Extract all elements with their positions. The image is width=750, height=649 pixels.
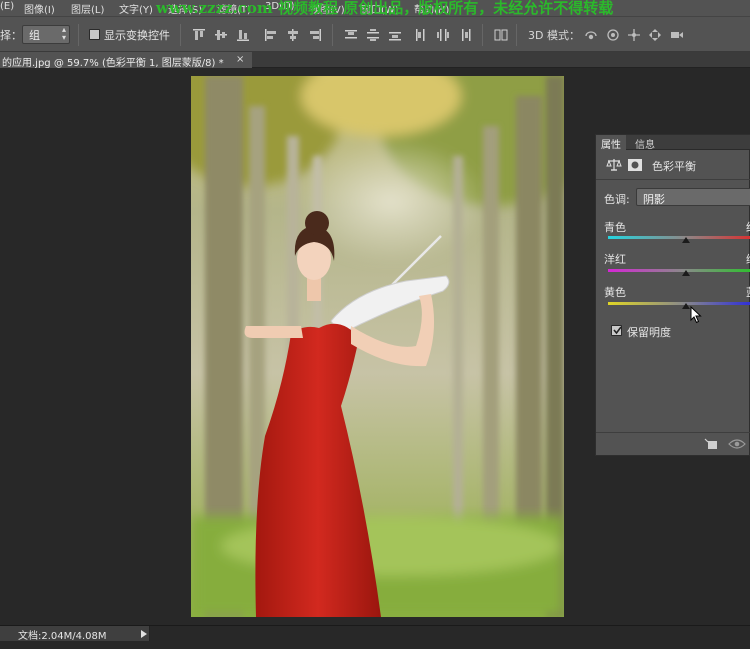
clip-to-layer-icon[interactable]	[704, 438, 718, 450]
panel-footer	[596, 432, 750, 456]
checkmark-icon	[613, 326, 622, 335]
preserve-luminosity-checkbox[interactable]	[611, 325, 622, 336]
slide-3d-icon[interactable]	[648, 28, 662, 42]
slider-magenta-label: 洋红	[604, 253, 626, 266]
document-tab[interactable]: 的应用.jpg @ 59.7% (色彩平衡 1, 图层蒙版/8) *	[0, 52, 252, 68]
auto-select-label: 择：	[0, 29, 22, 42]
separator	[332, 24, 333, 46]
properties-panel: 属性 信息 色彩平衡 色调: 阴影 青色 红色 洋红 绿色 黄色 蓝色	[595, 134, 750, 456]
document-tab-title: 的应用.jpg @ 59.7% (色彩平衡 1, 图层蒙版/8) *	[2, 58, 224, 68]
status-bar: 文档:2.04M/4.08M	[0, 625, 750, 649]
document-tab-bar: 的应用.jpg @ 59.7% (色彩平衡 1, 图层蒙版/8) * ×	[0, 52, 750, 68]
menu-layer[interactable]: 图层(L)	[71, 1, 104, 16]
status-menu-arrow-icon[interactable]	[140, 629, 148, 639]
slider-yellow-label: 黄色	[604, 286, 626, 299]
visibility-eye-icon[interactable]	[728, 438, 746, 450]
close-tab-icon[interactable]: ×	[236, 54, 244, 65]
distribute-vcenter-icon[interactable]	[366, 28, 380, 42]
distribute-top-icon[interactable]	[344, 28, 358, 42]
options-bar: 择： 组 ▴ ▾ 显示变换控件 3D 模式：	[0, 16, 750, 52]
show-transform-label: 显示变换控件	[104, 29, 170, 42]
align-hcenter-icon[interactable]	[286, 28, 300, 42]
cyan-red-slider-thumb[interactable]	[682, 237, 690, 243]
slider-blue-label: 蓝色	[746, 284, 750, 300]
show-transform-checkbox[interactable]	[89, 29, 100, 40]
panel-tab-strip: 属性 信息	[596, 135, 750, 151]
tone-value: 阴影	[643, 193, 665, 206]
separator	[516, 24, 517, 46]
slider-red-label: 红色	[746, 219, 750, 235]
rotate-3d-icon[interactable]	[584, 28, 598, 42]
mouse-cursor-icon	[690, 306, 702, 324]
separator	[482, 24, 483, 46]
separator	[180, 24, 181, 46]
pan-3d-icon[interactable]	[627, 28, 641, 42]
align-top-icon[interactable]	[192, 28, 206, 42]
dropdown-arrows-icon: ▴ ▾	[61, 25, 66, 42]
menu-bar: (E) 图像(I) 图层(L) 文字(Y) 选择(S) 滤镜(T) 3D(D) …	[0, 0, 750, 17]
slider-green-label: 绿色	[746, 251, 750, 267]
yellow-blue-slider-track[interactable]	[608, 302, 750, 305]
auto-select-dropdown[interactable]: 组 ▴ ▾	[22, 25, 70, 44]
distribute-left-icon[interactable]	[414, 28, 428, 42]
auto-align-icon[interactable]	[494, 28, 508, 42]
preserve-luminosity-label: 保留明度	[627, 326, 671, 339]
menu-edit[interactable]: (E)	[0, 1, 14, 12]
distribute-right-icon[interactable]	[458, 28, 472, 42]
document-size-text: 文档:2.04M/4.08M	[18, 631, 107, 642]
status-info-box: 文档:2.04M/4.08M	[0, 626, 150, 642]
distribute-bottom-icon[interactable]	[388, 28, 402, 42]
magenta-green-slider-track[interactable]	[608, 269, 750, 272]
align-left-icon[interactable]	[264, 28, 278, 42]
tab-properties[interactable]: 属性	[596, 135, 626, 151]
tone-label: 色调:	[604, 193, 630, 206]
layer-mask-icon[interactable]	[627, 158, 643, 172]
menu-type[interactable]: 文字(Y)	[119, 1, 153, 16]
document-canvas[interactable]	[191, 76, 564, 617]
magenta-green-slider-thumb[interactable]	[682, 270, 690, 276]
color-balance-icon[interactable]	[606, 158, 622, 172]
yellow-blue-slider-thumb[interactable]	[682, 303, 690, 309]
cyan-red-slider-track[interactable]	[608, 236, 750, 239]
tab-info[interactable]: 信息	[630, 135, 660, 151]
align-vcenter-icon[interactable]	[214, 28, 228, 42]
panel-header: 色彩平衡	[596, 150, 750, 180]
auto-select-value: 组	[29, 29, 40, 42]
mode-3d-label: 3D 模式：	[528, 29, 580, 42]
align-bottom-icon[interactable]	[236, 28, 250, 42]
separator	[78, 24, 79, 46]
align-right-icon[interactable]	[308, 28, 322, 42]
tone-dropdown[interactable]: 阴影	[636, 188, 750, 206]
roll-3d-icon[interactable]	[606, 28, 620, 42]
menu-image[interactable]: 图像(I)	[24, 1, 55, 16]
slider-cyan-label: 青色	[604, 221, 626, 234]
distribute-hcenter-icon[interactable]	[436, 28, 450, 42]
video-camera-icon[interactable]	[670, 28, 684, 42]
photo-image	[191, 76, 564, 617]
adjustment-title: 色彩平衡	[652, 160, 696, 173]
